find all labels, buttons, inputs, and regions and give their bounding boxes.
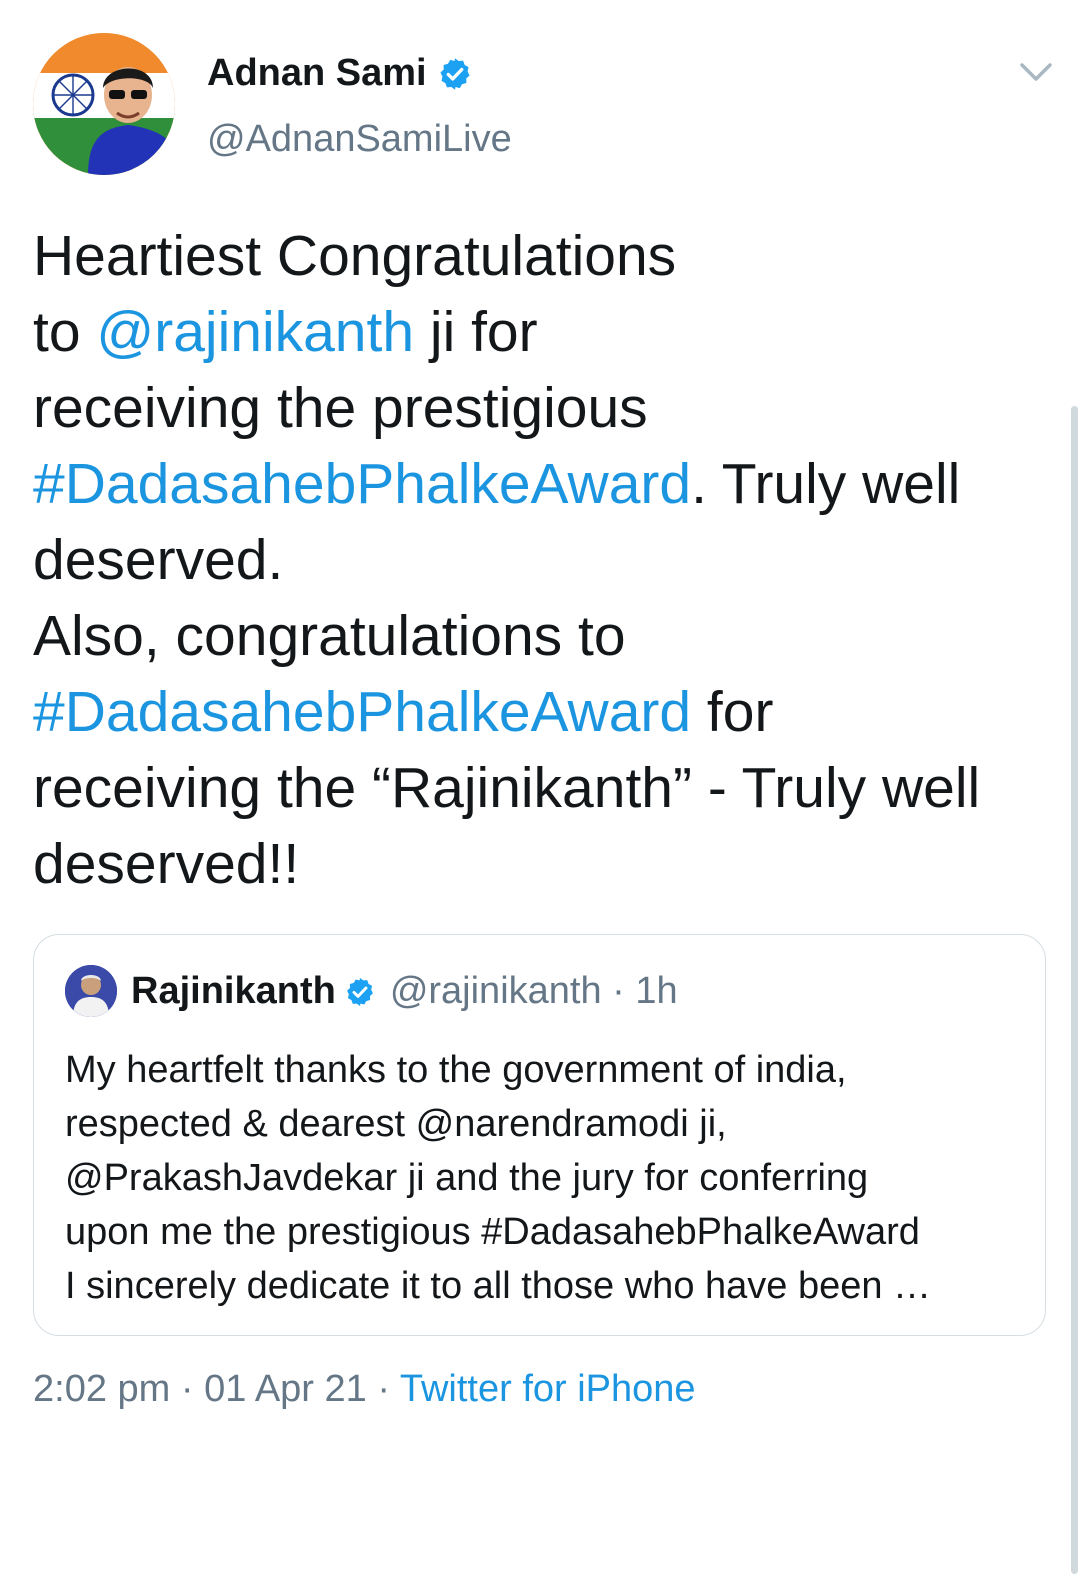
- quoted-timestamp: · 1h: [602, 969, 678, 1013]
- quoted-profile-photo-icon: [65, 965, 117, 1017]
- author-name-row[interactable]: Adnan Sami: [207, 52, 473, 95]
- author-handle[interactable]: @AdnanSamiLive: [207, 118, 512, 161]
- quoted-tweet[interactable]: Rajinikanth @rajinikanth · 1h My heartfe…: [33, 934, 1046, 1336]
- hashtag-link[interactable]: #DadasahebPhalkeAward: [33, 452, 691, 516]
- mention-link[interactable]: @rajinikanth: [96, 300, 414, 364]
- hashtag-link[interactable]: #DadasahebPhalkeAward: [33, 680, 691, 744]
- tweet-meta: 2:02 pm · 01 Apr 21 · Twitter for iPhone: [33, 1368, 696, 1411]
- author-avatar[interactable]: [33, 33, 175, 175]
- scrollbar[interactable]: [1071, 406, 1078, 1574]
- tweet-date: 01 Apr 21: [204, 1368, 367, 1410]
- author-name[interactable]: Adnan Sami: [207, 52, 427, 95]
- quoted-author-name[interactable]: Rajinikanth: [131, 970, 336, 1013]
- verified-badge-icon: [437, 56, 473, 92]
- meta-separator: ·: [170, 1368, 205, 1410]
- tweet-time: 2:02 pm: [33, 1368, 171, 1410]
- verified-badge-icon: [344, 975, 376, 1007]
- tweet-source-link[interactable]: Twitter for iPhone: [400, 1368, 696, 1410]
- meta-separator: ·: [366, 1368, 400, 1410]
- tweet-text: Heartiest Congratulations to @rajinikant…: [33, 218, 1043, 902]
- chevron-down-icon[interactable]: [1016, 55, 1056, 89]
- quoted-time: · 1h: [612, 969, 678, 1012]
- quoted-header: Rajinikanth @rajinikanth · 1h: [131, 967, 678, 1015]
- quoted-text: My heartfelt thanks to the government of…: [65, 1049, 932, 1307]
- profile-photo-icon: [33, 33, 175, 175]
- quoted-author-avatar[interactable]: [65, 965, 117, 1017]
- quoted-author-handle[interactable]: @rajinikanth: [390, 970, 602, 1013]
